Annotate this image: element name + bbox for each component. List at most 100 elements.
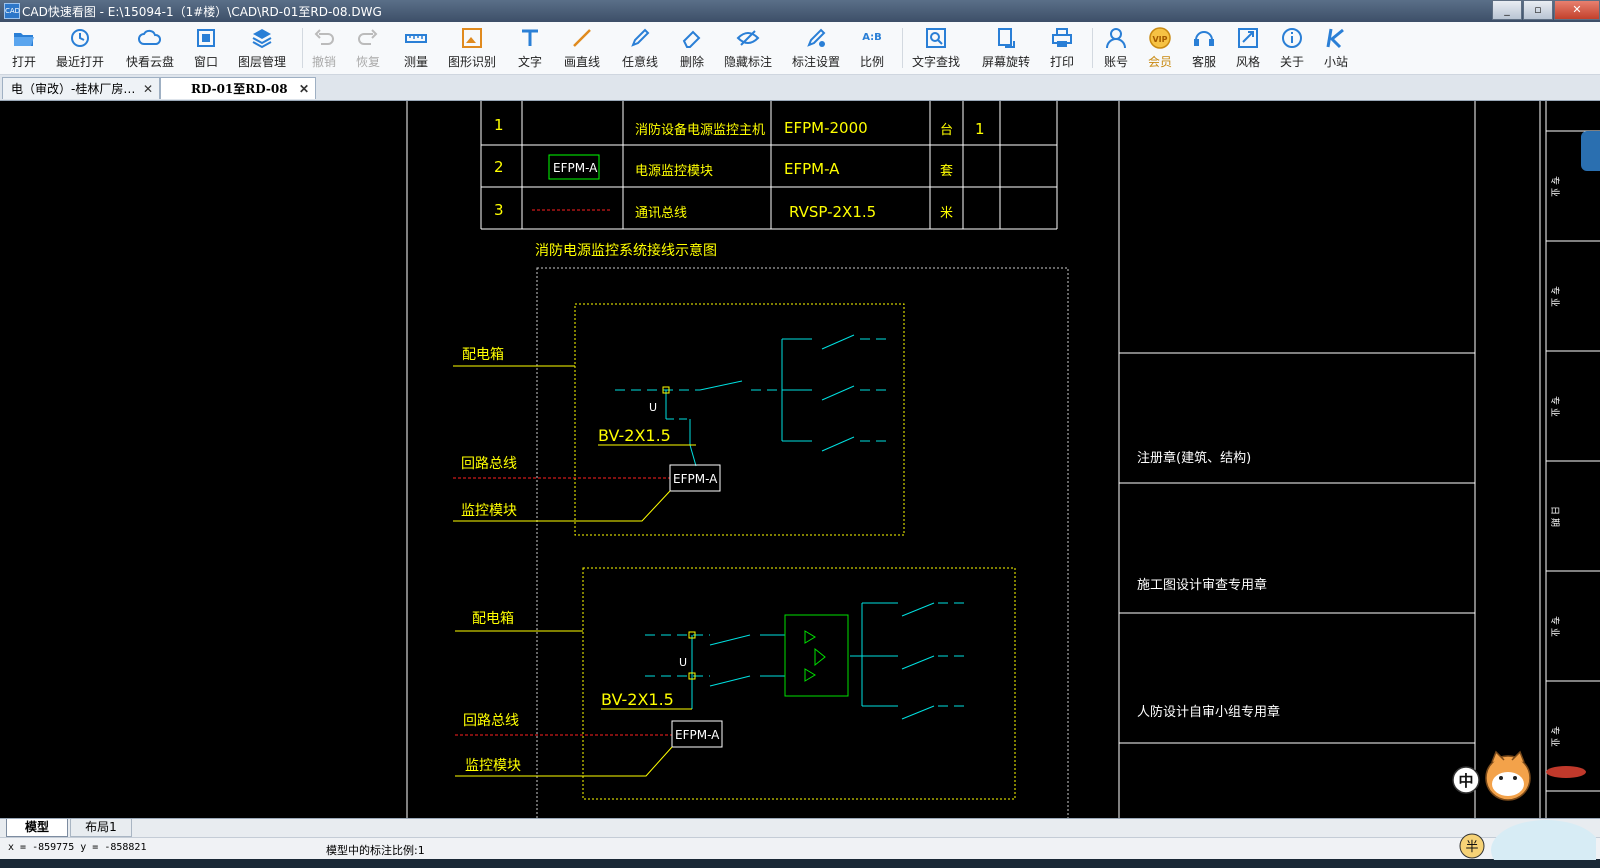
row-1-num: 1 (494, 116, 504, 134)
svg-text:配电箱: 配电箱 (462, 347, 504, 363)
site-button[interactable]: 小站 (1320, 26, 1352, 70)
annotation-settings-icon (807, 28, 826, 47)
ime-mode-icon: 中 (1458, 772, 1473, 790)
main-toolbar: 打开 最近打开 快看云盘 窗口 图层管理 撤销 恢复 测量 图形识别 文字 画直… (0, 22, 1600, 75)
measure-label: 测量 (403, 55, 428, 69)
tab-layout1[interactable]: 布局1 (70, 819, 132, 837)
eraser-icon (682, 30, 701, 48)
ratio-icon: A:B (862, 32, 882, 43)
text-label: 文字 (517, 55, 542, 69)
eye-hide-icon (736, 30, 760, 46)
recent-open-button[interactable]: 最近打开 (54, 26, 106, 70)
shape-recognize-button[interactable]: 图形识别 (446, 26, 498, 70)
ime-mascot-widget[interactable]: 中 半 (1446, 750, 1596, 860)
about-label: 关于 (1279, 55, 1304, 69)
open-button[interactable]: 打开 (8, 26, 40, 70)
ime-width-icon: 半 (1465, 840, 1478, 855)
vip-label: 会员 (1147, 55, 1172, 69)
row-1-unit: 台 (940, 123, 953, 138)
tab-close-icon[interactable]: ✕ (143, 78, 153, 99)
maximize-button[interactable]: ▫ (1523, 0, 1553, 20)
tab-document-1[interactable]: 电（审改）-桂林厂房… ✕ (2, 77, 160, 99)
recent-open-label: 最近打开 (55, 55, 104, 69)
row-1-name: 消防设备电源监控主机 (635, 122, 765, 138)
print-button[interactable]: 打印 (1046, 26, 1078, 70)
drawing-canvas[interactable]: 专 业 专 业 专 业 日 期 专 业 专 业 1 2 3 消防设备电源监控主机… (0, 101, 1600, 818)
site-label: 小站 (1323, 55, 1348, 69)
print-label: 打印 (1049, 55, 1074, 69)
shape-recognize-icon (462, 28, 482, 48)
rotate-icon (998, 28, 1015, 48)
svg-text:BV-2X1.5: BV-2X1.5 (598, 426, 671, 445)
layer-manager-button[interactable]: 图层管理 (236, 26, 288, 70)
row-1-model: EFPM-2000 (784, 119, 868, 137)
svg-text:VIP: VIP (1152, 35, 1167, 44)
cloud-disk-label: 快看云盘 (125, 55, 174, 69)
annotation-settings-label: 标注设置 (791, 55, 840, 69)
row-3-num: 3 (494, 201, 504, 219)
document-tabbar: 电（审改）-桂林厂房… ✕ RD-01至RD-08 ✕ (0, 75, 1600, 101)
cloud-icon (138, 29, 162, 45)
svg-text:监控模块: 监控模块 (461, 503, 517, 519)
svg-text:日 期: 日 期 (1549, 506, 1560, 527)
text-icon (522, 29, 538, 46)
annotation-settings-button[interactable]: 标注设置 (790, 26, 842, 70)
ruler-icon (405, 34, 427, 43)
window-controls: _ ▫ ✕ (1491, 0, 1600, 20)
svg-text:专 业: 专 业 (1549, 286, 1561, 307)
screen-rotate-button[interactable]: 屏幕旋转 (980, 26, 1032, 70)
shape-recognize-label: 图形识别 (447, 55, 496, 69)
minimize-button[interactable]: _ (1492, 0, 1522, 20)
about-button[interactable]: 关于 (1276, 26, 1308, 70)
draw-line-button[interactable]: 画直线 (562, 26, 602, 70)
layout-tabbar: 模型 布局1 (0, 818, 1600, 837)
svg-text:专 业: 专 业 (1549, 616, 1561, 637)
row-1-qty: 1 (975, 120, 985, 138)
style-button[interactable]: 风格 (1232, 26, 1264, 70)
text-button[interactable]: 文字 (514, 26, 546, 70)
redo-button[interactable]: 恢复 (352, 26, 384, 70)
svg-text:BV-2X1.5: BV-2X1.5 (601, 690, 674, 709)
account-button[interactable]: 账号 (1100, 26, 1132, 70)
undo-button[interactable]: 撤销 (308, 26, 340, 70)
headset-icon (1194, 31, 1214, 46)
tab-close-icon[interactable]: ✕ (299, 78, 309, 99)
customer-service-label: 客服 (1191, 55, 1216, 69)
cursor-coordinates: x = -859775 y = -858821 (8, 842, 147, 853)
row-2-model: EFPM-A (784, 160, 840, 178)
cloud-disk-button[interactable]: 快看云盘 (124, 26, 176, 70)
layers-icon (252, 29, 272, 49)
freehand-button[interactable]: 任意线 (620, 26, 660, 70)
row-2-unit: 套 (940, 163, 953, 179)
folder-open-icon (14, 33, 34, 46)
window-button[interactable]: 窗口 (190, 26, 222, 70)
user-icon (1106, 28, 1126, 49)
clock-icon (71, 29, 89, 47)
window-icon (197, 29, 215, 47)
side-panel-toggle[interactable] (1581, 131, 1600, 171)
customer-service-button[interactable]: 客服 (1188, 26, 1220, 70)
measure-button[interactable]: 测量 (400, 26, 432, 70)
row-2-num: 2 (494, 158, 504, 176)
svg-text:回路总线: 回路总线 (461, 456, 517, 472)
draw-line-label: 画直线 (563, 55, 600, 69)
ratio-button[interactable]: A:B 比例 (856, 26, 888, 70)
screen-rotate-label: 屏幕旋转 (981, 55, 1030, 69)
window-title: CAD快速看图 - E:\15094-1（1#楼）\CAD\RD-01至RD-0… (22, 5, 382, 19)
tab-label: RD-01至RD-08 (191, 82, 288, 96)
close-button[interactable]: ✕ (1554, 0, 1600, 20)
tab-document-2[interactable]: RD-01至RD-08 ✕ (160, 77, 316, 99)
row-3-unit: 米 (940, 206, 953, 221)
tab-label: 电（审改）-桂林厂房… (11, 82, 136, 96)
vip-button[interactable]: VIP 会员 (1144, 26, 1176, 70)
tab-model[interactable]: 模型 (6, 819, 68, 837)
diagram-title: 消防电源监控系统接线示意图 (535, 242, 717, 259)
delete-button[interactable]: 删除 (676, 26, 708, 70)
undo-icon (314, 29, 334, 45)
text-search-button[interactable]: 文字查找 (910, 26, 962, 70)
diagram-1: 配电箱 U BV-2X1.5 回路总线 EFPM-A 监控模块 (453, 303, 905, 536)
style-label: 风格 (1235, 55, 1260, 69)
info-icon (1282, 28, 1302, 48)
stamp-registration: 注册章(建筑、结构) (1137, 450, 1251, 466)
hide-annotations-button[interactable]: 隐藏标注 (722, 26, 774, 70)
